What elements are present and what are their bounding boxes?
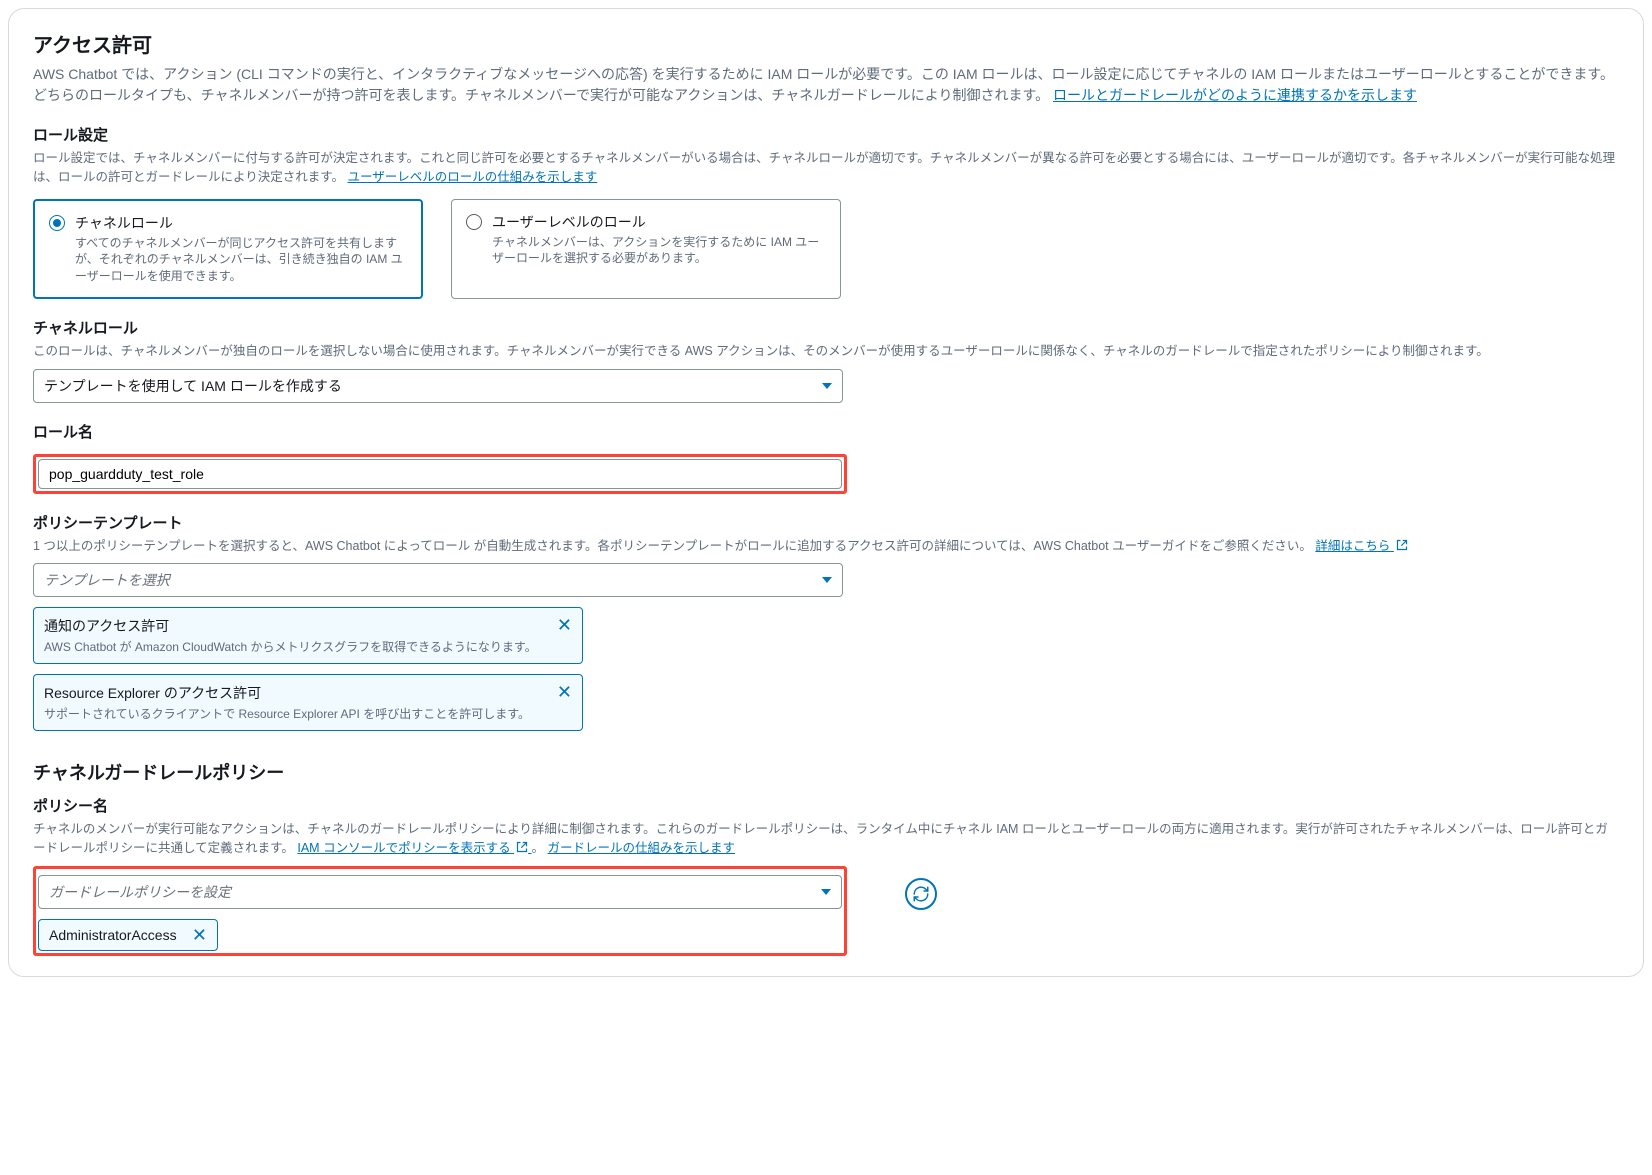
- user-level-roles-link[interactable]: ユーザーレベルのロールの仕組みを示します: [348, 170, 598, 184]
- refresh-icon: [912, 885, 930, 903]
- iam-console-policies-link[interactable]: IAM コンソールでポリシーを表示する: [297, 841, 531, 855]
- policy-template-select[interactable]: テンプレートを選択: [33, 563, 843, 597]
- channel-role-desc: このロールは、チャネルメンバーが独自のロールを選択しない場合に使用されます。チャ…: [33, 342, 1619, 361]
- roles-guardrails-link[interactable]: ロールとガードレールがどのように連携するかを示します: [1053, 87, 1417, 103]
- policy-template-placeholder: テンプレートを選択: [44, 570, 170, 590]
- guardrail-desc: チャネルのメンバーが実行可能なアクションは、チャネルのガードレールポリシーにより…: [33, 820, 1619, 858]
- access-permissions-panel: アクセス許可 AWS Chatbot では、アクション (CLI コマンドの実行…: [8, 8, 1644, 977]
- guardrail-placeholder: ガードレールポリシーを設定: [49, 882, 231, 902]
- policy-token-title: 通知のアクセス許可: [44, 616, 537, 636]
- role-setting-desc: ロール設定では、チャネルメンバーに付与する許可が決定されます。これと同じ許可を必…: [33, 149, 1619, 187]
- guardrail-highlight: ガードレールポリシーを設定 AdministratorAccess ✕: [33, 866, 847, 956]
- channel-role-title: チャネルロール: [33, 317, 1619, 338]
- radio-icon: [49, 215, 65, 231]
- role-setting-desc-text: ロール設定では、チャネルメンバーに付与する許可が決定されます。これと同じ許可を必…: [33, 151, 1615, 184]
- policy-token-desc: サポートされているクライアントで Resource Explorer API を…: [44, 705, 530, 722]
- external-link-icon: [1396, 539, 1408, 551]
- channel-role-radio[interactable]: チャネルロール すべてのチャネルメンバーが同じアクセス許可を共有しますが、それぞ…: [33, 199, 423, 299]
- close-icon[interactable]: ✕: [192, 926, 207, 944]
- role-name-highlight: [33, 454, 847, 494]
- role-name-input[interactable]: [38, 459, 842, 489]
- guardrail-token-admin-access: AdministratorAccess ✕: [38, 919, 218, 951]
- close-icon[interactable]: ✕: [557, 683, 572, 701]
- user-level-role-radio-desc: チャネルメンバーは、アクションを実行するために IAM ユーザーロールを選択する…: [492, 234, 826, 268]
- policy-token-title: Resource Explorer のアクセス許可: [44, 683, 530, 703]
- policy-template-desc-text: 1 つ以上のポリシーテンプレートを選択すると、AWS Chatbot によってロ…: [33, 539, 1312, 553]
- chevron-down-icon: [822, 577, 832, 583]
- policy-name-label: ポリシー名: [33, 795, 1619, 816]
- guardrail-policy-title: チャネルガードレールポリシー: [33, 759, 1619, 785]
- role-setting-title: ロール設定: [33, 124, 1619, 145]
- access-permissions-desc: AWS Chatbot では、アクション (CLI コマンドの実行と、インタラク…: [33, 64, 1619, 106]
- guardrail-mechanism-link[interactable]: ガードレールの仕組みを示します: [548, 841, 736, 855]
- channel-role-radio-desc: すべてのチャネルメンバーが同じアクセス許可を共有しますが、それぞれのチャネルメン…: [75, 235, 407, 285]
- refresh-button[interactable]: [905, 878, 937, 910]
- policy-token-notifications: 通知のアクセス許可 AWS Chatbot が Amazon CloudWatc…: [33, 607, 583, 664]
- channel-role-radio-title: チャネルロール: [75, 213, 407, 233]
- radio-icon: [466, 214, 482, 230]
- user-level-role-radio[interactable]: ユーザーレベルのロール チャネルメンバーは、アクションを実行するために IAM …: [451, 199, 841, 299]
- policy-template-details-link[interactable]: 詳細はこちら: [1315, 539, 1408, 553]
- iam-console-link-text: IAM コンソールでポリシーを表示する: [297, 841, 510, 855]
- policy-template-title: ポリシーテンプレート: [33, 512, 1619, 533]
- guardrail-token-label: AdministratorAccess: [49, 927, 177, 943]
- role-name-title: ロール名: [33, 421, 1619, 442]
- user-level-role-radio-title: ユーザーレベルのロール: [492, 212, 826, 232]
- guardrail-desc-text: チャネルのメンバーが実行可能なアクションは、チャネルのガードレールポリシーにより…: [33, 822, 1608, 855]
- access-permissions-title: アクセス許可: [33, 29, 1619, 58]
- channel-role-select-value: テンプレートを使用して IAM ロールを作成する: [44, 376, 342, 396]
- chevron-down-icon: [821, 889, 831, 895]
- policy-template-desc: 1 つ以上のポリシーテンプレートを選択すると、AWS Chatbot によってロ…: [33, 537, 1619, 556]
- chevron-down-icon: [822, 383, 832, 389]
- role-setting-radio-group: チャネルロール すべてのチャネルメンバーが同じアクセス許可を共有しますが、それぞ…: [33, 199, 1619, 299]
- separator-text: 。: [532, 841, 545, 855]
- guardrail-policy-select[interactable]: ガードレールポリシーを設定: [38, 875, 842, 909]
- external-link-icon: [516, 841, 528, 853]
- policy-token-resource-explorer: Resource Explorer のアクセス許可 サポートされているクライアン…: [33, 674, 583, 731]
- policy-token-desc: AWS Chatbot が Amazon CloudWatch からメトリクスグ…: [44, 638, 537, 655]
- channel-role-select[interactable]: テンプレートを使用して IAM ロールを作成する: [33, 369, 843, 403]
- close-icon[interactable]: ✕: [557, 616, 572, 634]
- policy-template-link-text: 詳細はこちら: [1315, 539, 1390, 553]
